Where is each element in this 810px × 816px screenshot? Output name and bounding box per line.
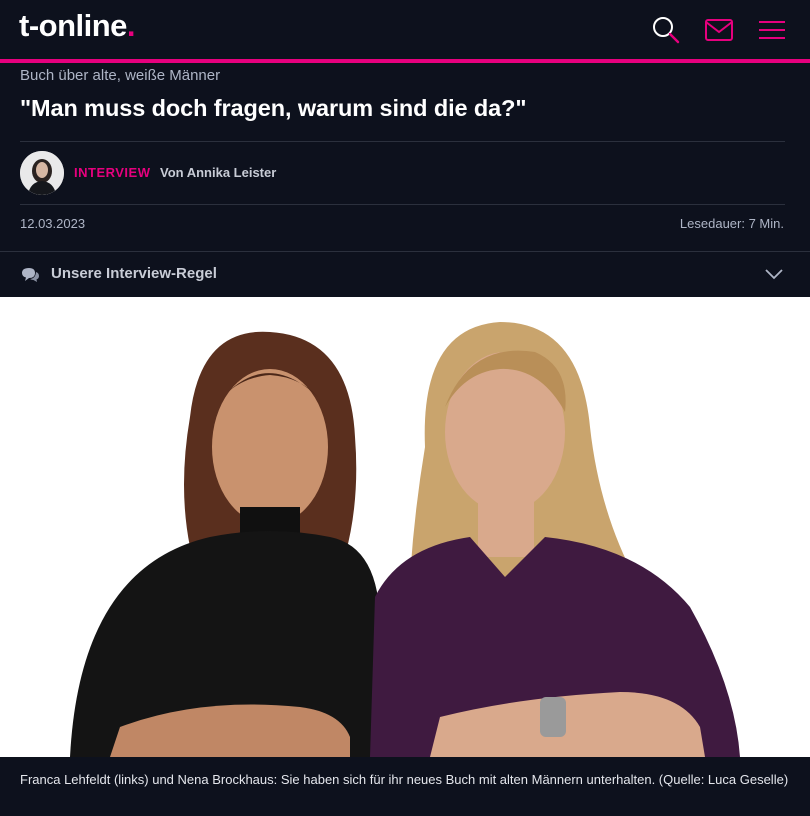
speech-bubble-icon (22, 268, 39, 282)
article-kicker: Buch über alte, weiße Männer (20, 67, 221, 84)
article-type-tag[interactable]: INTERVIEW (74, 165, 151, 180)
site-header: t-online. (0, 0, 810, 59)
search-icon[interactable] (650, 14, 682, 46)
mail-icon[interactable] (703, 14, 735, 46)
divider (20, 204, 785, 205)
read-time: Lesedauer: 7 Min. (679, 216, 784, 231)
interview-rule-toggle[interactable]: Unsere Interview-Regel (0, 252, 810, 297)
author-name[interactable]: Von Annika Leister (160, 165, 276, 180)
image-caption: Franca Lehfeldt (links) und Nena Brockha… (0, 757, 810, 816)
article-headline: "Man muss doch fragen, warum sind die da… (20, 95, 527, 121)
logo-text: t-online (19, 8, 127, 43)
author-avatar[interactable] (20, 151, 64, 195)
interview-rule-label: Unsere Interview-Regel (51, 265, 217, 282)
site-logo[interactable]: t-online. (19, 8, 136, 44)
publish-date: 12.03.2023 (20, 216, 86, 231)
menu-icon[interactable] (756, 14, 788, 46)
chevron-down-icon (765, 269, 783, 280)
divider (20, 141, 785, 142)
header-accent-line (0, 59, 810, 63)
article-lead-image[interactable] (0, 297, 810, 757)
logo-dot: . (126, 8, 136, 43)
